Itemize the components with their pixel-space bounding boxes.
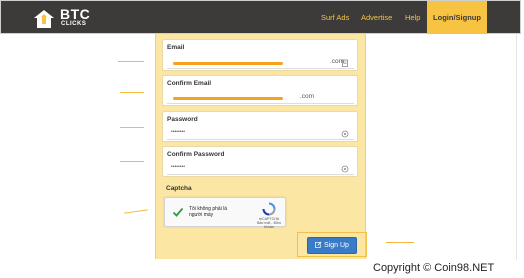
edit-icon: [315, 241, 322, 248]
annotation-arrow: [120, 161, 144, 162]
password-input[interactable]: ••••••••: [167, 128, 354, 140]
logo[interactable]: BTC CLICKS: [33, 7, 93, 31]
confirm-email-field-group: Confirm Email .com: [162, 75, 358, 106]
email-input[interactable]: .com: [167, 57, 354, 69]
confirm-password-label: Confirm Password: [167, 151, 225, 158]
captcha-checkbox-text: Tôi không phải là người máy: [189, 206, 228, 218]
annotation-arrow: [124, 209, 148, 214]
nav-help[interactable]: Help: [405, 1, 420, 34]
email-label: Email: [167, 44, 185, 51]
nav-login-signup[interactable]: Login/Signup: [427, 1, 487, 34]
confirm-password-input[interactable]: ••••••••: [167, 163, 354, 175]
redaction-scribble: [173, 97, 283, 100]
top-navigation-bar: BTC CLICKS Surf Ads Advertise Help Login…: [0, 0, 521, 34]
annotation-arrow: [386, 242, 414, 243]
recaptcha-terms[interactable]: Bảo mật - Điều khoản: [255, 221, 283, 229]
recaptcha-widget: Tôi không phải là người máy reCAPTCHA Bả…: [164, 197, 286, 229]
redaction-scribble: [173, 62, 283, 65]
copyright-watermark: Copyright © Coin98.NET: [373, 262, 495, 274]
clipboard-icon: [342, 59, 348, 67]
password-label: Password: [167, 116, 198, 123]
checkmark-icon[interactable]: [172, 206, 184, 218]
recaptcha-label: reCAPTCHA Bảo mật - Điều khoản: [255, 217, 283, 229]
confirm-password-value: ••••••••: [171, 164, 186, 170]
nav-advertise[interactable]: Advertise: [361, 1, 392, 34]
password-value: ••••••••: [171, 129, 186, 135]
captcha-label: Captcha: [166, 185, 192, 192]
annotation-arrow: [118, 61, 144, 62]
confirm-email-input[interactable]: .com: [167, 92, 354, 104]
show-password-icon[interactable]: [341, 165, 349, 173]
annotation-arrow: [120, 127, 144, 128]
confirm-email-value-suffix: .com: [299, 93, 314, 100]
password-field-group: Password ••••••••: [162, 111, 358, 142]
page-edge-divider: [516, 34, 517, 260]
page: BTC CLICKS Surf Ads Advertise Help Login…: [0, 0, 524, 278]
sign-up-label: Sign Up: [324, 242, 349, 249]
house-logo-icon: [34, 10, 54, 28]
email-field-group: Email .com: [162, 39, 358, 71]
annotation-arrow: [120, 92, 144, 93]
show-password-icon[interactable]: [341, 130, 349, 138]
confirm-email-label: Confirm Email: [167, 80, 212, 87]
sign-up-button[interactable]: Sign Up: [307, 237, 357, 254]
logo-title: BTC: [60, 6, 91, 22]
logo-subtitle: CLICKS: [61, 21, 87, 27]
nav-surf-ads[interactable]: Surf Ads: [321, 1, 349, 34]
recaptcha-logo-icon: [262, 202, 276, 216]
confirm-password-field-group: Confirm Password ••••••••: [162, 146, 358, 177]
